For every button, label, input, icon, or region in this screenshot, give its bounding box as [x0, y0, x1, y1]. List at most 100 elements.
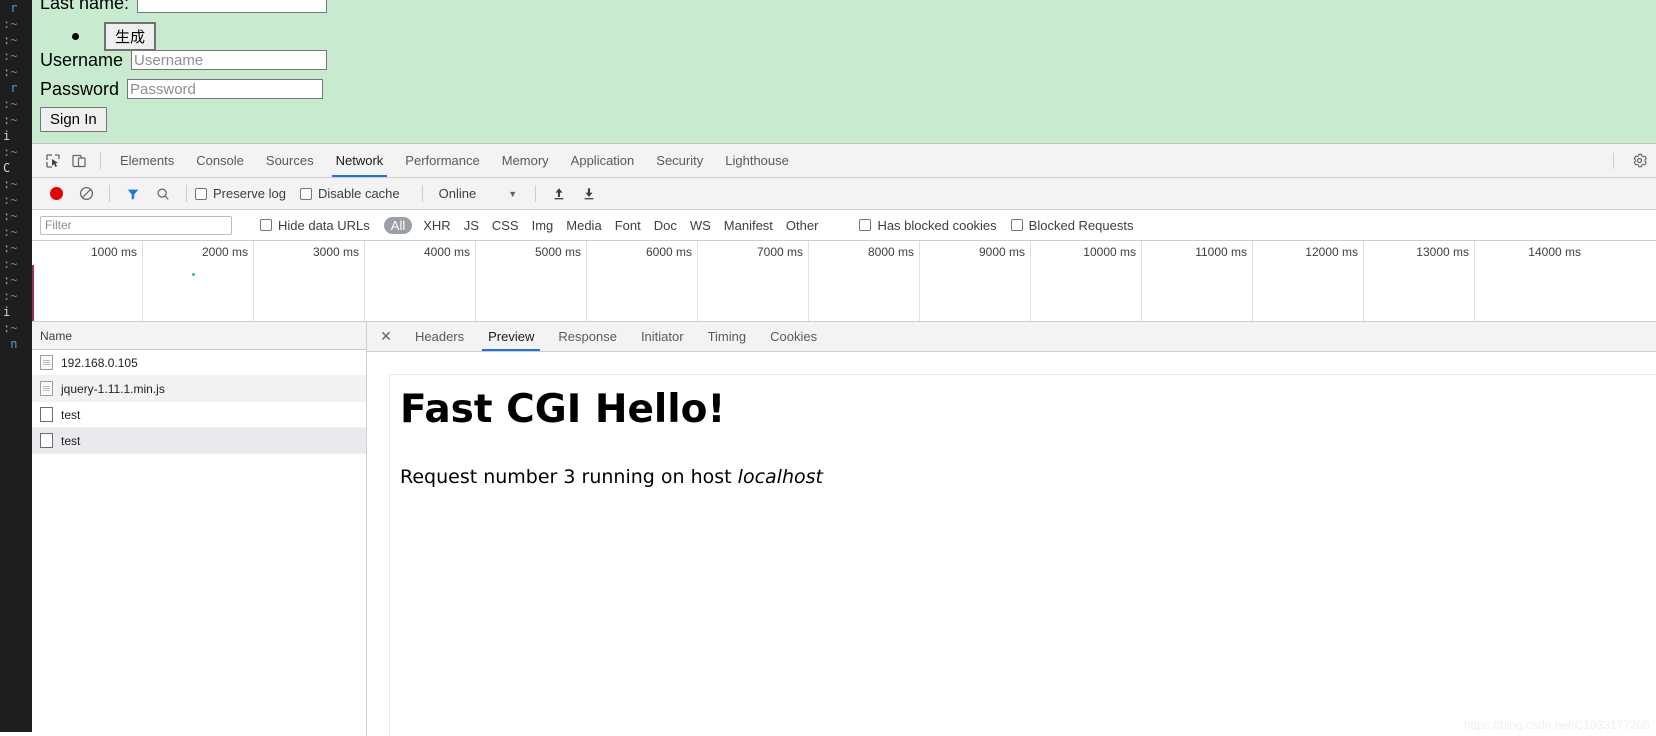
disable-cache-checkbox[interactable]: [299, 187, 312, 200]
filter-type-font[interactable]: Font: [615, 218, 641, 233]
document-icon: [40, 355, 53, 370]
generate-button[interactable]: 生成: [104, 22, 157, 51]
timeline-tick: 3000 ms: [312, 245, 359, 259]
has-blocked-cookies-checkbox[interactable]: [859, 219, 872, 231]
preserve-log-label[interactable]: Preserve log: [213, 186, 286, 201]
timeline-tick: 13000 ms: [1416, 245, 1469, 259]
search-icon: [157, 187, 169, 200]
table-row[interactable]: 192.168.0.105: [32, 350, 366, 376]
code-line: :~: [3, 289, 18, 303]
code-line: i: [3, 305, 11, 319]
filter-type-img[interactable]: Img: [532, 218, 554, 233]
code-line: C: [3, 161, 11, 175]
filter-button[interactable]: [118, 181, 148, 207]
filter-type-other[interactable]: Other: [786, 218, 819, 233]
timeline-tick: 7000 ms: [756, 245, 803, 259]
code-line: :~: [3, 65, 18, 79]
search-button[interactable]: [148, 181, 178, 207]
hide-data-urls-checkbox[interactable]: [260, 219, 272, 231]
filter-type-css[interactable]: CSS: [492, 218, 519, 233]
timeline-tick: 1000 ms: [90, 245, 137, 259]
preview-body: Fast CGI Hello! Request number 3 running…: [367, 352, 1656, 736]
tabbar-divider: [1613, 152, 1614, 169]
code-line: :~: [3, 273, 18, 287]
filter-type-manifest[interactable]: Manifest: [724, 218, 773, 233]
preserve-log-checkbox[interactable]: [195, 187, 207, 200]
filter-type-ws[interactable]: WS: [690, 218, 711, 233]
tab-application[interactable]: Application: [560, 145, 646, 177]
close-icon[interactable]: ✕: [375, 326, 397, 348]
last-name-label: Last name:: [40, 0, 130, 13]
code-line: :~: [3, 145, 18, 159]
code-line: :~: [3, 177, 18, 191]
tab-lighthouse[interactable]: Lighthouse: [714, 145, 800, 177]
timeline-tick: 11000 ms: [1195, 245, 1247, 259]
tab-cookies[interactable]: Cookies: [758, 323, 829, 351]
request-detail-pane: ✕ Headers Preview Response Initiator Tim…: [367, 322, 1656, 736]
preview-iframe: Fast CGI Hello! Request number 3 running…: [389, 374, 1656, 736]
table-row[interactable]: test: [32, 402, 366, 428]
disable-cache-label[interactable]: Disable cache: [318, 186, 400, 201]
filter-type-media[interactable]: Media: [566, 218, 601, 233]
table-row[interactable]: test: [32, 428, 366, 454]
filter-type-all[interactable]: All: [383, 216, 413, 234]
network-panes: Name 192.168.0.105 jquery-1.11.1.min.js …: [32, 322, 1656, 736]
code-line: :~: [3, 49, 18, 63]
preview-text-prefix: Request number 3 running on host: [400, 465, 738, 488]
gear-icon[interactable]: [1626, 148, 1652, 174]
tab-timing[interactable]: Timing: [696, 323, 759, 351]
device-toolbar-icon[interactable]: [66, 148, 92, 174]
tab-preview[interactable]: Preview: [476, 323, 546, 351]
inspect-element-icon[interactable]: [40, 148, 66, 174]
throttling-select[interactable]: Online: [439, 186, 477, 201]
last-name-row: Last name:: [40, 0, 328, 13]
has-blocked-cookies-label[interactable]: Has blocked cookies: [877, 218, 996, 233]
toolbar-divider: [535, 185, 537, 202]
download-arrow-icon: [584, 188, 594, 200]
timeline-tick: 5000 ms: [534, 245, 581, 259]
tab-sources[interactable]: Sources: [255, 145, 325, 177]
blocked-requests-checkbox[interactable]: [1010, 219, 1023, 231]
tab-performance[interactable]: Performance: [394, 145, 490, 177]
code-line: :~: [3, 209, 18, 223]
column-header-name[interactable]: Name: [32, 322, 366, 350]
tab-memory[interactable]: Memory: [491, 145, 560, 177]
preview-paragraph: Request number 3 running on host localho…: [400, 466, 1656, 488]
last-name-input[interactable]: [137, 0, 328, 13]
filter-input[interactable]: [40, 215, 232, 235]
hide-data-urls-label[interactable]: Hide data URLs: [278, 218, 370, 233]
table-row[interactable]: jquery-1.11.1.min.js: [32, 376, 366, 402]
tab-response[interactable]: Response: [546, 323, 629, 351]
network-overview-timeline[interactable]: 1000 ms 2000 ms 3000 ms 4000 ms 5000 ms …: [32, 241, 1656, 322]
timeline-tick: 14000 ms: [1528, 245, 1581, 259]
export-har-button[interactable]: [574, 181, 604, 207]
password-row: Password: [40, 79, 324, 99]
filter-type-doc[interactable]: Doc: [654, 218, 677, 233]
tab-console[interactable]: Console: [185, 145, 255, 177]
sign-in-button[interactable]: Sign In: [40, 107, 107, 132]
record-button[interactable]: [41, 181, 71, 207]
timeline-tick: 9000 ms: [978, 245, 1025, 259]
tab-security[interactable]: Security: [645, 145, 714, 177]
code-line: :~: [3, 33, 18, 47]
upload-arrow-icon: [554, 188, 564, 200]
filter-icon: [127, 189, 139, 200]
clear-button[interactable]: [71, 181, 101, 207]
code-line: :~: [3, 257, 18, 271]
tab-initiator[interactable]: Initiator: [629, 323, 696, 351]
tab-network[interactable]: Network: [325, 145, 395, 177]
filter-type-xhr[interactable]: XHR: [423, 218, 450, 233]
devtools-panel: Elements Console Sources Network Perform…: [32, 143, 1656, 736]
chevron-down-icon[interactable]: ▼: [508, 189, 517, 199]
password-input[interactable]: [127, 79, 324, 99]
blocked-requests-label[interactable]: Blocked Requests: [1029, 218, 1134, 233]
timeline-tick: 12000 ms: [1305, 245, 1358, 259]
tab-headers[interactable]: Headers: [403, 323, 476, 351]
code-editor-strip: r :~ :~ :~ :~ r :~ :~ i :~ C :~ :~ :~ :~…: [0, 0, 32, 732]
username-input[interactable]: [131, 50, 328, 70]
username-label: Username: [40, 50, 124, 70]
network-toolbar: Preserve log Disable cache Online ▼: [32, 178, 1656, 210]
import-har-button[interactable]: [544, 181, 574, 207]
filter-type-js[interactable]: JS: [464, 218, 479, 233]
tab-elements[interactable]: Elements: [109, 145, 185, 177]
